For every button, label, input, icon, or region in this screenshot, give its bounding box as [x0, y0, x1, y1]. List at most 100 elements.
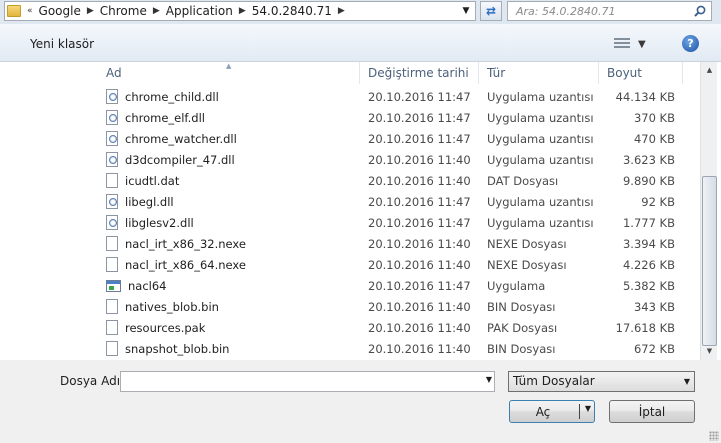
table-row[interactable]: libegl.dll 20.10.2016 11:47 Uygulama uzant…	[98, 191, 683, 212]
file-list: ▲ Ad Değiştirme tarihi Tür Boyut chrome_…	[0, 62, 721, 360]
breadcrumb-chrome[interactable]: Chrome	[96, 4, 151, 18]
chevron-right-icon[interactable]: ▶	[85, 6, 96, 16]
file-name-cell: libegl.dll	[98, 194, 360, 209]
chevron-down-icon[interactable]: ▼	[585, 404, 591, 413]
folder-icon	[7, 5, 21, 17]
view-options-button[interactable]: ▼	[614, 35, 654, 53]
open-button-label: Aç	[535, 404, 551, 419]
file-name: icudtl.dat	[125, 173, 180, 188]
chevron-right-icon[interactable]: ▶	[336, 6, 347, 16]
file-name: nacl64	[128, 278, 167, 293]
file-type: PAK Dosyası	[487, 320, 558, 335]
table-row[interactable]: chrome_child.dll 20.10.2016 11:47 Uygulama…	[98, 86, 683, 107]
file-rows: chrome_child.dll 20.10.2016 11:47 Uygulama…	[98, 86, 683, 359]
table-row[interactable]: resources.pak 20.10.2016 11:40 PAK Dosyası…	[98, 317, 683, 338]
file-date: 20.10.2016 11:47	[368, 131, 471, 146]
file-name: chrome_elf.dll	[125, 110, 205, 125]
breadcrumb-application[interactable]: Application	[162, 4, 237, 18]
scrollbar-thumb[interactable]	[702, 176, 717, 346]
dll-icon	[106, 194, 118, 209]
refresh-icon: ⇄	[485, 4, 497, 18]
file-name: natives_blob.bin	[125, 299, 219, 314]
column-header-name[interactable]: Ad	[98, 62, 360, 84]
file-name-cell: nacl64	[98, 279, 360, 293]
dialog-footer: Dosya Adı: ▼ Tüm Dosyalar ▼ Aç ▼ İptal	[0, 360, 721, 443]
file-name-cell: snapshot_blob.bin	[98, 341, 360, 356]
file-name-cell: nacl_irt_x86_64.nexe	[98, 257, 360, 272]
breadcrumb-google[interactable]: Google	[35, 4, 85, 18]
file-size: 3.623 KB	[622, 152, 675, 167]
table-row[interactable]: icudtl.dat 20.10.2016 11:40 DAT Dosyası 9.8…	[98, 170, 683, 191]
address-dropdown-icon[interactable]: ▼	[459, 4, 473, 18]
table-row[interactable]: nacl64 20.10.2016 11:47 Uygulama 5.382 KB	[98, 275, 683, 296]
table-row[interactable]: nacl_irt_x86_64.nexe 20.10.2016 11:40 NEXE…	[98, 254, 683, 275]
table-row[interactable]: libglesv2.dll 20.10.2016 11:47 Uygulama uz…	[98, 212, 683, 233]
table-row[interactable]: nacl_irt_x86_32.nexe 20.10.2016 11:40 NEXE…	[98, 233, 683, 254]
table-row[interactable]: natives_blob.bin 20.10.2016 11:40 BIN Dosy…	[98, 296, 683, 317]
open-button[interactable]: Aç ▼	[509, 400, 595, 423]
file-date: 20.10.2016 11:40	[368, 236, 471, 251]
help-icon[interactable]: ?	[682, 35, 699, 52]
dll-icon	[106, 110, 118, 125]
file-type: Uygulama uzantısı	[487, 194, 594, 209]
file-name-cell: resources.pak	[98, 320, 360, 335]
vertical-scrollbar[interactable]: ▲ ▼	[700, 62, 717, 360]
file-type: BIN Dosyası	[487, 341, 556, 356]
split-divider	[579, 404, 580, 419]
file-size: 4.226 KB	[622, 257, 675, 272]
file-name-cell: chrome_elf.dll	[98, 110, 360, 125]
file-size: 5.382 KB	[622, 278, 675, 293]
file-size: 470 KB	[633, 131, 675, 146]
file-size: 370 KB	[633, 110, 675, 125]
file-size: 92 KB	[641, 194, 675, 209]
new-folder-button[interactable]: Yeni klasör	[30, 37, 94, 51]
chevron-right-icon[interactable]: ▶	[151, 6, 162, 16]
chevron-down-icon[interactable]: ▼	[486, 375, 492, 384]
address-row: « Google ▶ Chrome ▶ Application ▶ 54.0.2…	[0, 0, 721, 24]
column-headers: Ad Değiştirme tarihi Tür Boyut	[98, 62, 683, 84]
file-type: Uygulama uzantısı	[487, 131, 594, 146]
column-header-type[interactable]: Tür	[479, 62, 599, 84]
table-row[interactable]: d3dcompiler_47.dll 20.10.2016 11:40 Uygula…	[98, 149, 683, 170]
cancel-button[interactable]: İptal	[609, 400, 695, 423]
filetype-select[interactable]: Tüm Dosyalar ▼	[508, 371, 695, 392]
chevron-down-icon: ▼	[638, 38, 646, 50]
file-name-cell: chrome_child.dll	[98, 89, 360, 104]
search-input[interactable]: Ara: 54.0.2840.71	[507, 1, 712, 21]
table-row[interactable]: snapshot_blob.bin 20.10.2016 11:40 BIN Dos…	[98, 338, 683, 359]
address-bar[interactable]: « Google ▶ Chrome ▶ Application ▶ 54.0.2…	[4, 1, 476, 21]
file-date: 20.10.2016 11:47	[368, 278, 471, 293]
breadcrumb-overflow[interactable]: «	[25, 6, 35, 16]
table-row[interactable]: chrome_watcher.dll 20.10.2016 11:47 Uygula…	[98, 128, 683, 149]
help-glyph: ?	[687, 37, 694, 50]
search-icon[interactable]	[693, 4, 707, 18]
file-name: libegl.dll	[125, 194, 174, 209]
file-type: Uygulama uzantısı	[487, 152, 594, 167]
dll-icon	[106, 152, 118, 167]
file-name: nacl_irt_x86_64.nexe	[125, 257, 246, 272]
breadcrumb-version[interactable]: 54.0.2840.71	[248, 4, 336, 18]
scroll-up-icon[interactable]: ▲	[701, 62, 718, 79]
file-type: BIN Dosyası	[487, 299, 556, 314]
resize-grip[interactable]	[709, 431, 719, 441]
column-header-date[interactable]: Değiştirme tarihi	[360, 62, 479, 84]
dll-icon	[106, 89, 118, 104]
scroll-down-icon[interactable]: ▼	[701, 343, 718, 360]
file-name-cell: libglesv2.dll	[98, 215, 360, 230]
file-name: chrome_child.dll	[125, 89, 219, 104]
refresh-button[interactable]: ⇄	[480, 1, 502, 21]
chevron-right-icon[interactable]: ▶	[237, 6, 248, 16]
chevron-down-icon: ▼	[683, 377, 690, 386]
search-placeholder: Ara: 54.0.2840.71	[516, 4, 616, 18]
file-icon	[106, 236, 118, 251]
file-icon	[106, 257, 118, 272]
filename-input[interactable]: ▼	[120, 371, 495, 392]
file-type: Uygulama uzantısı	[487, 110, 594, 125]
file-type: NEXE Dosyası	[487, 257, 567, 272]
table-row[interactable]: chrome_elf.dll 20.10.2016 11:47 Uygulama u…	[98, 107, 683, 128]
file-date: 20.10.2016 11:40	[368, 299, 471, 314]
file-name: resources.pak	[125, 320, 206, 335]
column-header-size[interactable]: Boyut	[599, 62, 683, 84]
file-icon	[106, 299, 118, 314]
file-type: NEXE Dosyası	[487, 236, 567, 251]
